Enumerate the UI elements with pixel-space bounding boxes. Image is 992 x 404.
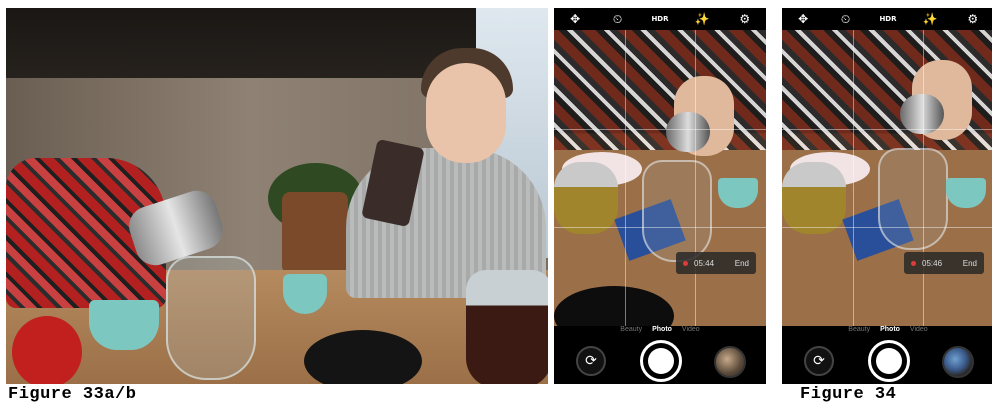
black-saucer: [304, 330, 422, 384]
glass-carafe: [466, 270, 548, 384]
timer-value: 05:46: [922, 258, 943, 268]
gallery-thumbnail[interactable]: [942, 346, 974, 378]
metal-jug: [666, 112, 710, 152]
grid-line: [782, 227, 992, 229]
grid-line: [852, 30, 854, 326]
gear-icon[interactable]: ⚙: [736, 12, 754, 26]
mode-video[interactable]: Video: [682, 326, 700, 333]
mode-beauty[interactable]: Beauty: [620, 326, 642, 333]
camera-controls: ⟳: [554, 340, 766, 382]
shutter-inner[interactable]: [876, 348, 902, 374]
hdr-icon[interactable]: HDR: [651, 15, 669, 23]
figure-caption-34: Figure 34: [800, 385, 897, 404]
switch-camera-icon[interactable]: ⟳: [576, 346, 606, 376]
teapot: [554, 162, 618, 234]
end-label[interactable]: End: [963, 259, 977, 268]
mode-selector: Beauty Photo Video: [554, 326, 766, 333]
timer-icon[interactable]: ⏲: [837, 12, 855, 27]
mode-photo[interactable]: Photo: [880, 326, 900, 333]
grid-line: [624, 30, 626, 326]
camera-preview: [554, 30, 766, 326]
gallery-thumbnail[interactable]: [714, 346, 746, 378]
grid-line: [554, 128, 766, 130]
mode-beauty[interactable]: Beauty: [848, 326, 870, 333]
switch-camera-icon[interactable]: ⟳: [804, 346, 834, 376]
grid-icon[interactable]: ✥: [566, 12, 584, 26]
mode-video[interactable]: Video: [910, 326, 928, 333]
grid-line: [782, 128, 992, 130]
phone-screen-34: ✥ ⏲ HDR ✨ ⚙ 05:46 End Beauty Photo Video…: [782, 8, 992, 384]
hdr-icon[interactable]: HDR: [879, 15, 897, 23]
gear-icon[interactable]: ⚙: [964, 12, 982, 26]
timer-icon[interactable]: ⏲: [609, 12, 627, 27]
camera-top-bar: ✥ ⏲ HDR ✨ ⚙: [782, 8, 992, 30]
timer-indicator: 05:44 End: [676, 252, 756, 274]
glass-teapot: [166, 256, 256, 380]
teal-cup: [89, 300, 159, 350]
mode-photo[interactable]: Photo: [652, 326, 672, 333]
beauty-icon[interactable]: ✨: [693, 12, 711, 26]
photo-33a: [6, 8, 548, 384]
face: [426, 63, 506, 163]
timer-indicator: 05:46 End: [904, 252, 984, 274]
grid-line: [554, 227, 766, 229]
glass-teapot: [878, 148, 948, 250]
grid-line: [695, 30, 697, 326]
grid-icon[interactable]: ✥: [794, 12, 812, 26]
chair: [282, 192, 348, 274]
camera-top-bar: ✥ ⏲ HDR ✨ ⚙: [554, 8, 766, 30]
grid-line: [923, 30, 925, 326]
red-cup: [12, 316, 82, 384]
teapot: [782, 162, 846, 234]
beauty-icon[interactable]: ✨: [921, 12, 939, 26]
camera-preview: [782, 30, 992, 326]
timer-value: 05:44: [694, 258, 715, 268]
camera-controls: ⟳: [782, 340, 992, 382]
figure-caption-33: Figure 33a/b: [8, 385, 137, 404]
record-dot-icon: [911, 260, 916, 266]
end-label[interactable]: End: [735, 259, 749, 268]
shutter-inner[interactable]: [648, 348, 674, 374]
plaid-shirt: [554, 30, 766, 150]
mode-selector: Beauty Photo Video: [782, 326, 992, 333]
phone-screen-33b: ✥ ⏲ HDR ✨ ⚙ 05:44 End Beauty Photo Video…: [554, 8, 766, 384]
record-dot-icon: [683, 260, 688, 266]
glass-teapot: [642, 160, 712, 262]
